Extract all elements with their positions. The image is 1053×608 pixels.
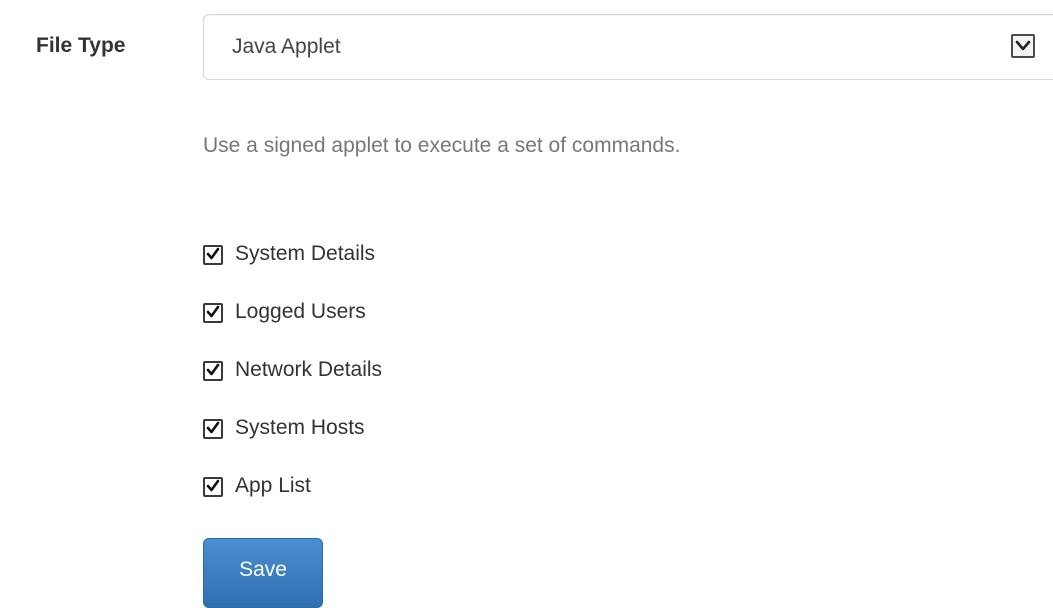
checkmark-icon	[206, 363, 220, 376]
file-type-label: File Type	[36, 34, 126, 57]
file-type-help-text: Use a signed applet to execute a set of …	[203, 134, 681, 157]
checkbox-row-system-hosts[interactable]: System Hosts	[203, 410, 382, 468]
checkmark-icon	[206, 305, 220, 318]
checkbox-system-hosts[interactable]	[203, 419, 223, 439]
checkbox-label-system-details: System Details	[235, 242, 376, 265]
command-checklist: System Details Logged Users Network Deta…	[203, 236, 382, 526]
checkbox-app-list[interactable]	[203, 477, 223, 497]
checkbox-label-system-hosts: System Hosts	[235, 416, 365, 439]
file-type-selected-value: Java Applet	[232, 35, 341, 58]
checkmark-icon	[206, 479, 220, 492]
checkbox-row-network-details[interactable]: Network Details	[203, 352, 382, 410]
checkbox-label-app-list: App List	[235, 474, 311, 497]
checkbox-logged-users[interactable]	[203, 303, 223, 323]
checkbox-system-details[interactable]	[203, 245, 223, 265]
file-type-select[interactable]: Java Applet	[203, 14, 1053, 80]
checkbox-network-details[interactable]	[203, 361, 223, 381]
checkmark-icon	[206, 421, 220, 434]
checkbox-label-network-details: Network Details	[235, 358, 383, 381]
checkmark-icon	[206, 247, 220, 260]
chevron-down-icon[interactable]	[1011, 34, 1035, 58]
checkbox-label-logged-users: Logged Users	[235, 300, 366, 323]
checkbox-row-logged-users[interactable]: Logged Users	[203, 294, 382, 352]
save-button[interactable]: Save	[203, 538, 323, 608]
checkbox-row-app-list[interactable]: App List	[203, 468, 382, 526]
checkbox-row-system-details[interactable]: System Details	[203, 236, 382, 294]
